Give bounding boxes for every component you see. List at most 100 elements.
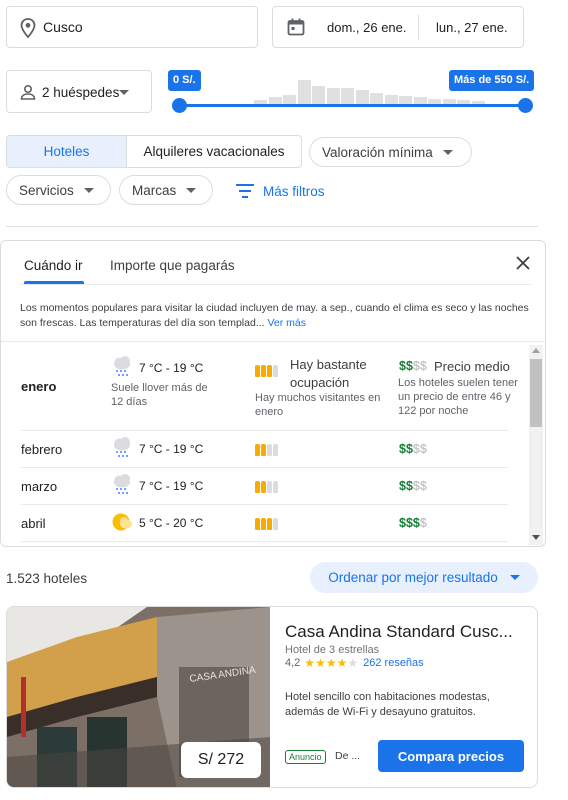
month-name: enero	[21, 379, 57, 394]
price-min-label: 0 S/.	[168, 70, 201, 91]
scroll-down-arrow[interactable]	[532, 535, 540, 540]
dollar-sign-icon: $	[405, 442, 413, 456]
checkin-date[interactable]: dom., 26 ene.	[327, 20, 407, 35]
ad-badge-text: Anuncio	[289, 752, 322, 762]
rain-cloud-icon	[111, 355, 133, 382]
row-divider	[21, 541, 508, 542]
star-icon: ★	[347, 656, 359, 670]
ad-badge: Anuncio	[285, 750, 326, 764]
temperature-range: 7 °C - 19 °C	[139, 442, 204, 456]
histogram-bar	[355, 90, 369, 105]
services-filter-label: Servicios	[19, 182, 74, 198]
reviews-link[interactable]: 262 reseñas	[363, 657, 424, 669]
histogram-bar	[341, 88, 354, 105]
dollar-sign-icon: $	[412, 479, 420, 493]
compare-button-label: Compara precios	[397, 748, 505, 764]
location-value: Cusco	[43, 19, 83, 35]
filter-lines-icon	[236, 184, 254, 198]
insights-panel: Cuándo ir Importe que pagarás Los moment…	[0, 240, 546, 547]
scrollbar-thumb[interactable]	[530, 359, 542, 427]
crowd-icon	[255, 441, 279, 456]
histogram-bar	[297, 80, 311, 105]
brands-filter-chip[interactable]: Marcas	[119, 175, 213, 205]
close-icon[interactable]	[516, 256, 530, 270]
crowd-title: Hay bastante ocupación	[290, 357, 367, 390]
star-icon: ★	[304, 656, 316, 670]
crowd-person-icon	[261, 364, 266, 377]
tab-when-to-go[interactable]: Cuándo ir	[24, 258, 83, 273]
row-divider	[21, 467, 508, 468]
price-slider-track[interactable]	[180, 104, 526, 107]
row-divider	[21, 504, 508, 505]
rating-value: 4,2	[285, 657, 301, 669]
insights-intro: Los momentos populares para visitar la c…	[20, 301, 530, 331]
crowd-description: Hay muchos visitantes en enero	[255, 392, 381, 418]
see-more-link[interactable]: Ver más	[267, 317, 306, 329]
more-filters-label: Más filtros	[263, 183, 325, 199]
star-icon: ★	[315, 656, 326, 670]
scroll-up-arrow[interactable]	[532, 348, 540, 353]
crowd-person-icon	[273, 443, 278, 456]
sort-label: Ordenar por mejor resultado	[328, 570, 498, 585]
location-input[interactable]: Cusco	[6, 6, 258, 48]
more-filters-button[interactable]: Más filtros	[236, 181, 325, 201]
brands-filter-label: Marcas	[132, 182, 177, 198]
dollar-sign-icon: $	[412, 442, 420, 456]
dollar-sign-icon: $	[412, 516, 420, 530]
tab-hotels[interactable]: Hoteles	[7, 136, 127, 167]
dollar-sign-icon: $	[399, 442, 406, 456]
rating-filter-chip[interactable]: Valoración mínima	[309, 137, 472, 167]
price-level: $$$$	[399, 516, 427, 530]
price-level: $$$$	[399, 359, 427, 373]
tabs-underline	[21, 284, 531, 285]
date-divider	[418, 15, 419, 40]
crowd-person-icon	[273, 517, 278, 530]
partly-sunny-icon	[111, 510, 133, 537]
compare-prices-button[interactable]: Compara precios	[378, 740, 524, 772]
crowd-person-icon	[273, 364, 278, 377]
type-tab-group: Hoteles Alquileres vacacionales	[6, 135, 302, 168]
price-max-label: Más de 550 S/.	[449, 70, 535, 91]
guests-label: 2 huéspedes	[42, 85, 120, 100]
sort-dropdown[interactable]: Ordenar por mejor resultado	[310, 562, 538, 593]
tab-vacation-rentals[interactable]: Alquileres vacacionales	[127, 136, 301, 167]
dollar-sign-icon: $	[419, 359, 427, 373]
hotel-rating: 4,2 ★ ★ ★ ★ ★ 262 reseñas	[285, 656, 424, 670]
checkout-date[interactable]: lun., 27 ene.	[436, 20, 508, 35]
month-name: abril	[21, 516, 46, 531]
price-min-handle[interactable]	[172, 98, 187, 113]
dollar-sign-icon: $	[399, 479, 406, 493]
hotel-photo[interactable]: CASA ANDINA S/ 272	[7, 607, 270, 787]
tab-price-you-pay[interactable]: Importe que pagarás	[110, 258, 235, 273]
results-count: 1.523 hoteles	[6, 571, 88, 586]
date-picker[interactable]: dom., 26 ene. lun., 27 ene.	[272, 6, 524, 48]
hotel-name[interactable]: Casa Andina Standard Cusc...	[285, 622, 513, 642]
temperature-range: 5 °C - 20 °C	[139, 516, 204, 530]
month-name: febrero	[21, 442, 63, 457]
hotel-card[interactable]: CASA ANDINA S/ 272 Casa Andina Standard …	[6, 606, 538, 788]
month-name: marzo	[21, 479, 58, 494]
row-divider	[21, 430, 508, 431]
location-pin-icon	[20, 18, 36, 38]
chevron-down-icon	[83, 187, 94, 193]
crowd-person-icon	[255, 517, 260, 530]
price-tag: S/ 272	[181, 742, 261, 778]
price-description: Los hoteles suelen tener un precio de en…	[398, 377, 518, 417]
histogram-bar	[312, 86, 325, 105]
chevron-down-icon	[186, 187, 197, 193]
chevron-down-icon	[442, 149, 453, 155]
price-title: Precio medio	[434, 359, 510, 374]
dollar-sign-icon: $	[419, 479, 427, 493]
dollar-sign-icon: $	[419, 516, 427, 530]
ad-source: De ...	[335, 750, 361, 762]
services-filter-chip[interactable]: Servicios	[6, 175, 111, 205]
price-max-handle[interactable]	[518, 98, 533, 113]
calendar-icon	[287, 18, 305, 36]
hotel-description: Hotel sencillo con habitaciones modestas…	[285, 691, 490, 718]
crowd-person-icon	[267, 443, 272, 456]
tab-rentals-label: Alquileres vacacionales	[143, 144, 285, 159]
rain-cloud-icon	[111, 473, 133, 500]
temperature-range: 7 °C - 19 °C	[139, 361, 204, 375]
crowd-person-icon	[255, 364, 260, 377]
guests-selector[interactable]: 2 huéspedes	[6, 70, 152, 113]
